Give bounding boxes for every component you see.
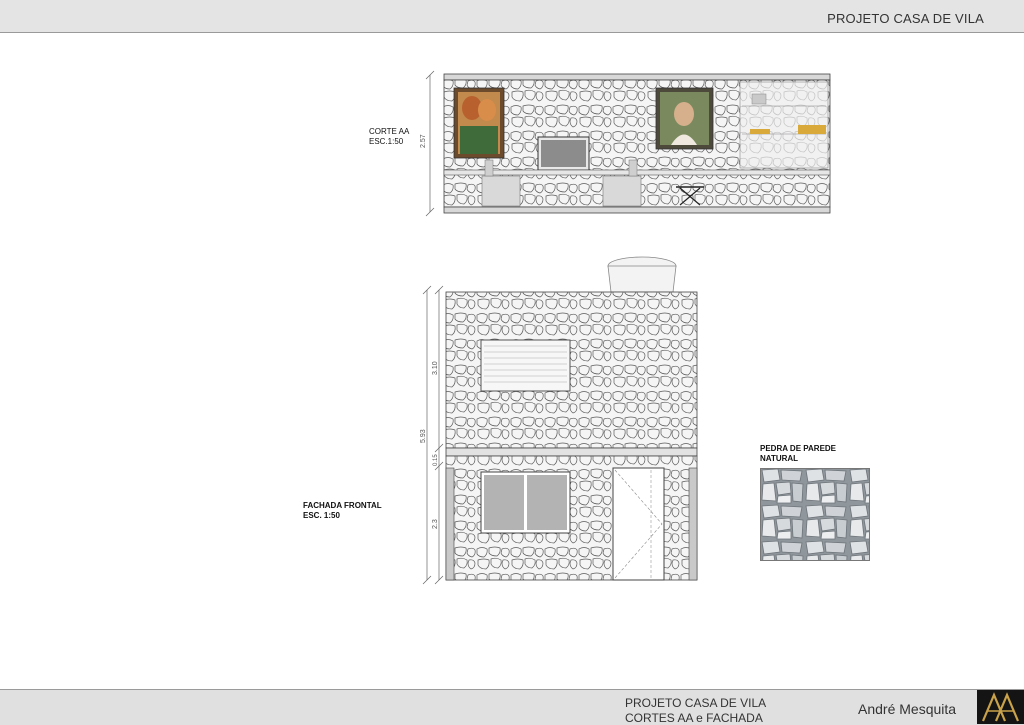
- facade-left-pillar: [445, 467, 455, 581]
- facade-total-dim: 5.93: [420, 429, 427, 443]
- corte-aa-section: [425, 70, 831, 217]
- facade-middle-dim: 0.15: [433, 454, 439, 466]
- footer-author: André Mesquita: [858, 701, 957, 717]
- facade-upper-dim: 3.10: [432, 361, 439, 375]
- author-logo-icon: [977, 690, 1024, 724]
- chair-right: [602, 175, 642, 207]
- chair-left: [481, 175, 521, 207]
- fachada-frontal: [422, 256, 698, 585]
- corte-height-dim: 2.57: [420, 134, 427, 148]
- shelf-books-right: [798, 125, 826, 134]
- front-door: [612, 467, 665, 581]
- drawing-canvas: 2.57 5.93 3.10 0.15 2.3: [420, 70, 831, 585]
- footer-project: PROJETO CASA DE VILA: [625, 696, 767, 710]
- facade-right-pillar: [688, 467, 698, 581]
- corte-floor-slab: [443, 206, 831, 214]
- footer-bar: PROJETO CASA DE VILA CORTES AA e FACHADA…: [0, 689, 1024, 725]
- footer-sheet: CORTES AA e FACHADA: [625, 711, 763, 725]
- facade-slab-band: [445, 447, 698, 457]
- facade-lower-dim: 2.3: [432, 519, 439, 529]
- shelf-books-left: [750, 129, 770, 134]
- stone-texture-swatch: [760, 468, 870, 561]
- corte-roof-slab: [443, 73, 831, 81]
- upper-window: [480, 339, 571, 392]
